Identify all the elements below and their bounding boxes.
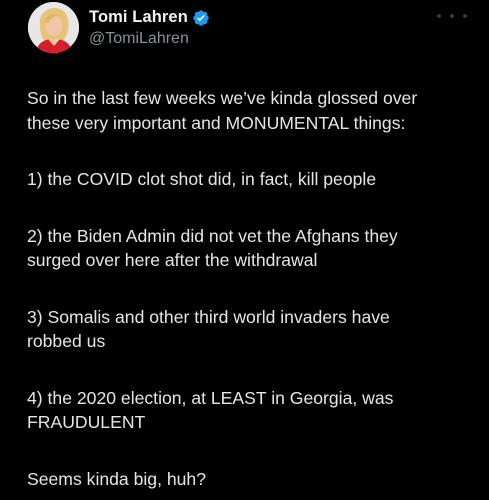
avatar-photo [28,1,79,53]
avatar[interactable] [28,1,79,53]
tweet-paragraph: 4) the 2020 election, at LEAST in Georgi… [27,386,477,435]
name-row: Tomi Lahren [89,7,210,29]
author-handle[interactable]: @TomiLahren [89,30,210,48]
tweet-paragraph: So in the last few weeks we’ve kinda glo… [27,86,477,135]
tweet-line: Seems kinda big, huh? [27,468,206,489]
more-icon[interactable] [437,14,467,22]
tweet-line: 4) the 2020 election, at LEAST in Georgi… [27,387,394,408]
author-display-name[interactable]: Tomi Lahren [89,8,188,27]
tweet-line: surged over here after the withdrawal [27,250,318,270]
verified-badge-icon [192,9,210,27]
tweet-line: FRAUDULENT [27,412,146,432]
tweet-paragraph: 1) the COVID clot shot did, in fact, kil… [27,167,477,192]
tweet-text: So in the last few weeks we’ve kinda glo… [27,86,477,491]
tweet-line: robbed us [27,331,106,351]
tweet-header: Tomi Lahren @TomiLahren [28,0,210,54]
tweet-line: 3) Somalis and other third world invader… [27,306,390,327]
tweet: Tomi Lahren @TomiLahren So in the last f… [0,0,489,500]
tweet-paragraph: 3) Somalis and other third world invader… [27,305,477,354]
tweet-paragraph: 2) the Biden Admin did not vet the Afgha… [27,224,477,273]
tweet-line: these very important and MONUMENTAL thin… [27,112,406,133]
tweet-line: 2) the Biden Admin did not vet the Afgha… [27,225,398,246]
tweet-paragraph: Seems kinda big, huh? [27,467,477,492]
author-names: Tomi Lahren @TomiLahren [89,7,210,48]
tweet-line: So in the last few weeks we’ve kinda glo… [27,88,418,108]
tweet-line: 1) the COVID clot shot did, in fact, kil… [27,169,377,189]
